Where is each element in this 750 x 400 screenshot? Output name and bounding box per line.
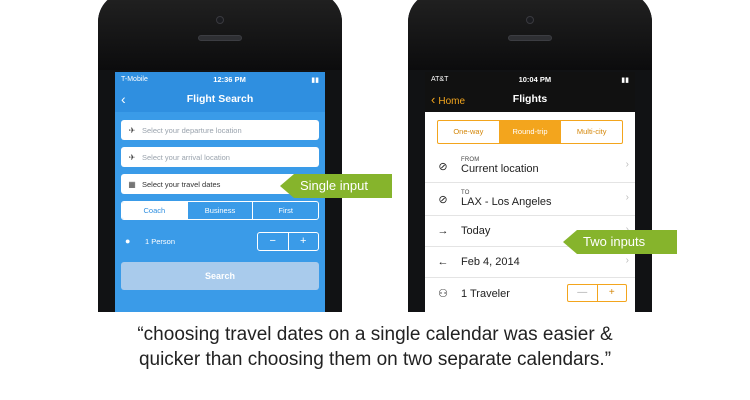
nav-bar: ‹ Home Flights: [425, 87, 635, 112]
status-bar: T-Mobile 12:36 PM ▮▮: [115, 72, 325, 87]
travelers-count: 1 Traveler: [461, 287, 510, 300]
status-bar: AT&T 10:04 PM ▮▮: [425, 72, 635, 87]
front-camera: [526, 16, 534, 24]
quote-line-2: quicker than choosing them on two separa…: [138, 349, 612, 370]
compass-icon: ⊘: [438, 160, 448, 173]
page-title: Flight Search: [186, 93, 254, 105]
battery-icon: ▮▮: [311, 76, 319, 84]
travel-dates-placeholder: Select your travel dates: [142, 179, 221, 189]
carrier-label: AT&T: [431, 76, 449, 83]
departure-placeholder: Select your departure location: [142, 125, 242, 135]
earpiece-speaker: [198, 35, 242, 41]
search-button[interactable]: Search: [121, 262, 319, 290]
home-label: Home: [438, 96, 466, 107]
quote-caption: “choosing travel dates on a single calen…: [0, 322, 750, 372]
chevron-right-icon: ›: [625, 159, 629, 170]
carrier-label: T-Mobile: [121, 76, 148, 83]
travelers-row: ⚇ 1 Traveler — +: [425, 278, 635, 309]
person-icon: ●: [125, 236, 131, 246]
plane-landing-icon: ✈: [128, 152, 136, 162]
quote-line-1: “choosing travel dates on a single calen…: [137, 324, 613, 345]
single-input-callout: Single input: [280, 174, 392, 198]
phone-bezel: [408, 0, 652, 70]
class-option-first[interactable]: First: [253, 202, 318, 219]
travelers-stepper: — +: [567, 284, 627, 302]
front-camera: [216, 16, 224, 24]
battery-icon: ▮▮: [621, 76, 629, 84]
increment-button[interactable]: +: [289, 233, 319, 250]
two-inputs-callout: Two inputs: [563, 230, 677, 254]
arrow-right-icon: →: [437, 225, 449, 237]
departure-input[interactable]: ✈ Select your departure location: [121, 120, 319, 140]
class-option-business[interactable]: Business: [188, 202, 254, 219]
right-app-screen: AT&T 10:04 PM ▮▮ ‹ Home Flights One-way R…: [425, 72, 635, 312]
class-option-coach[interactable]: Coach: [122, 202, 188, 219]
to-value: LAX - Los Angeles: [461, 196, 552, 208]
back-chevron-icon[interactable]: ‹: [121, 87, 126, 111]
calendar-icon: ▦: [128, 179, 136, 189]
increment-button[interactable]: +: [598, 285, 627, 301]
arrival-input[interactable]: ✈ Select your arrival location: [121, 147, 319, 167]
from-value: Current location: [461, 163, 539, 175]
nav-bar: ‹ Flight Search: [115, 87, 325, 112]
passenger-stepper: − +: [257, 231, 319, 251]
arrival-placeholder: Select your arrival location: [142, 152, 230, 162]
trip-type-segmented-control: One-way Round-trip Multi-city: [437, 120, 623, 144]
depart-date-value: Today: [461, 225, 491, 237]
chevron-right-icon: ›: [625, 255, 629, 266]
passenger-count: 1 Person: [145, 236, 176, 246]
to-row[interactable]: ⊘ TO LAX - Los Angeles ›: [425, 183, 635, 216]
chevron-right-icon: ›: [625, 192, 629, 203]
travelers-icon: ⚇: [438, 288, 448, 300]
compass-icon: ⊘: [438, 193, 448, 206]
decrement-button[interactable]: —: [568, 285, 598, 301]
back-chevron-icon: ‹: [431, 92, 436, 107]
earpiece-speaker: [508, 35, 552, 41]
clock: 10:04 PM: [518, 75, 552, 84]
class-segmented-control: Coach Business First: [121, 201, 319, 220]
page-title: Flights: [512, 93, 548, 105]
return-date-value: Feb 4, 2014: [461, 256, 520, 268]
left-phone-frame: T-Mobile 12:36 PM ▮▮ ‹ Flight Search ✈ S…: [98, 0, 342, 312]
decrement-button[interactable]: −: [258, 232, 289, 250]
arrow-left-icon: ←: [437, 256, 449, 268]
phone-bezel: [98, 0, 342, 70]
comparison-figure: T-Mobile 12:36 PM ▮▮ ‹ Flight Search ✈ S…: [0, 0, 750, 400]
from-row[interactable]: ⊘ FROM Current location ›: [425, 150, 635, 183]
passenger-row: ● 1 Person − +: [121, 226, 319, 256]
right-phone-frame: AT&T 10:04 PM ▮▮ ‹ Home Flights One-way R…: [408, 0, 652, 312]
trip-option-round-trip[interactable]: Round-trip: [499, 121, 562, 143]
trip-option-one-way[interactable]: One-way: [438, 121, 500, 143]
clock: 12:36 PM: [213, 75, 246, 84]
trip-option-multi-city[interactable]: Multi-city: [561, 121, 622, 143]
plane-takeoff-icon: ✈: [128, 125, 136, 135]
home-back-button[interactable]: ‹ Home: [431, 87, 465, 114]
